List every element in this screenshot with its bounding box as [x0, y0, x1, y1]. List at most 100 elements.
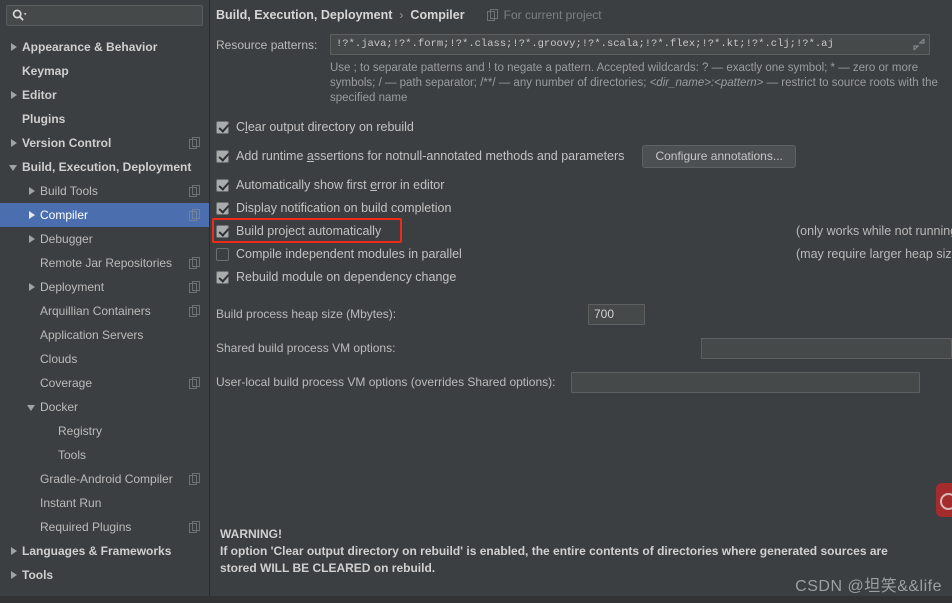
hint-text-italic: <dir_name>:<pattern> [649, 77, 764, 89]
sidebar-item-version-control[interactable]: Version Control [0, 131, 209, 155]
resource-patterns-input[interactable]: !?*.java;!?*.form;!?*.class;!?*.groovy;!… [330, 34, 930, 55]
copy-scope-icon [189, 521, 201, 533]
warning-message: WARNING! If option 'Clear output directo… [220, 526, 920, 577]
sidebar-item-appearance-behavior[interactable]: Appearance & Behavior [0, 35, 209, 59]
sidebar-item-label: Languages & Frameworks [22, 544, 172, 558]
input-build-process-heap-size[interactable]: 700 [588, 303, 645, 325]
sidebar-item-required-plugins[interactable]: Required Plugins [0, 515, 209, 539]
breadcrumb-parent[interactable]: Build, Execution, Deployment [216, 8, 392, 22]
note-build-project-automatically: (only works while not running / debuggin… [796, 224, 952, 238]
note-compile-independent-modules-in-parallel: (may require larger heap size) [796, 247, 952, 261]
build-process-fields: Build process heap size (Mbytes): 700 Shar… [210, 289, 952, 393]
sidebar-item-label: Debugger [40, 232, 93, 246]
sidebar-item-plugins[interactable]: Plugins [0, 107, 209, 131]
settings-sidebar: Appearance & Behavior Keymap Editor Plugins… [0, 0, 210, 603]
copy-scope-icon [189, 281, 201, 293]
sidebar-item-gradle-android-compiler[interactable]: Gradle-Android Compiler [0, 467, 209, 491]
sidebar-item-clouds[interactable]: Clouds [0, 347, 209, 371]
search-input[interactable] [27, 6, 197, 25]
chevron-right-icon[interactable] [6, 39, 22, 55]
checkbox-build-project-automatically[interactable] [216, 224, 229, 238]
search-box[interactable] [6, 5, 203, 26]
sidebar-item-tools[interactable]: Tools [0, 443, 209, 467]
checkbox-automatically-show-first-error[interactable] [216, 178, 229, 192]
chevron-right-icon[interactable] [24, 231, 40, 247]
sidebar-item-label: Version Control [22, 136, 112, 150]
sidebar-item-languages-frameworks[interactable]: Languages & Frameworks [0, 539, 209, 563]
sidebar-item-label: Editor [22, 88, 57, 102]
notification-tab-icon[interactable] [936, 483, 952, 517]
label-add-runtime-assertions[interactable]: Add runtime assertions for notnull-annot… [236, 149, 624, 163]
checkbox-display-notification-on-build-completion[interactable] [216, 201, 229, 215]
label-clear-output-directory-on-rebuild[interactable]: Clear output directory on rebuild [236, 120, 414, 134]
checkbox-rebuild-module-on-dependency-change[interactable] [216, 270, 229, 284]
checkbox-clear-output-directory-on-rebuild[interactable] [216, 120, 229, 134]
sidebar-item-label: Compiler [40, 208, 89, 222]
label-text: Add runtime [236, 149, 307, 163]
checkbox-add-runtime-assertions[interactable] [216, 149, 229, 163]
chevron-right-icon[interactable] [6, 135, 22, 151]
sidebar-item-remote-jar-repositories[interactable]: Remote Jar Repositories [0, 251, 209, 275]
resource-patterns-row: Resource patterns: !?*.java;!?*.form;!?*… [210, 26, 952, 55]
sidebar-item-compiler[interactable]: Compiler [0, 203, 209, 227]
chevron-right-icon[interactable] [6, 87, 22, 103]
chevron-right-icon[interactable] [24, 183, 40, 199]
sidebar-item-deployment[interactable]: Deployment [0, 275, 209, 299]
chevron-right-icon[interactable] [24, 279, 40, 295]
chevron-right-icon[interactable] [6, 543, 22, 559]
label-text: Compile independent modules in parallel [236, 247, 462, 261]
chevron-right-icon[interactable] [6, 567, 22, 583]
compiler-options-list: Clear output directory on rebuild Add run… [210, 106, 952, 288]
label-mnemonic: a [306, 149, 314, 163]
sidebar-search-area [0, 0, 209, 32]
watermark: CSDN @坦笑&&life [795, 578, 942, 595]
sidebar-item-label: Gradle-Android Compiler [40, 472, 173, 486]
warning-line1: If option 'Clear output directory on reb… [220, 544, 888, 558]
label-rebuild-module-on-dependency-change[interactable]: Rebuild module on dependency change [236, 270, 456, 284]
sidebar-item-application-servers[interactable]: Application Servers [0, 323, 209, 347]
label-display-notification-on-build-completion[interactable]: Display notification on build completion [236, 201, 451, 215]
label-build-project-automatically[interactable]: Build project automatically [236, 224, 381, 238]
settings-tree[interactable]: Appearance & Behavior Keymap Editor Plugins… [0, 32, 209, 587]
sidebar-item-label: Appearance & Behavior [22, 40, 158, 54]
label-mnemonic: e [370, 178, 378, 192]
sidebar-item-tools[interactable]: Tools [0, 563, 209, 587]
label-shared-build-process-vm-options: Shared build process VM options: [216, 341, 396, 355]
sidebar-item-label: Tools [58, 448, 87, 462]
label-compile-independent-modules-in-parallel[interactable]: Compile independent modules in parallel [236, 247, 462, 261]
sidebar-item-keymap[interactable]: Keymap [0, 59, 209, 83]
configure-annotations-button[interactable]: Configure annotations... [642, 144, 796, 168]
chevron-right-icon[interactable] [24, 207, 40, 223]
breadcrumb-separator-icon: › [399, 8, 404, 22]
label-automatically-show-first-error[interactable]: Automatically show first error in editor [236, 178, 444, 192]
copy-scope-icon [189, 377, 201, 389]
sidebar-item-arquillian-containers[interactable]: Arquillian Containers [0, 299, 209, 323]
option-row-automatically-show-first-error: Automatically show first error in editor [216, 174, 952, 196]
breadcrumb-current: Compiler [410, 8, 465, 22]
sidebar-item-docker[interactable]: Docker [0, 395, 209, 419]
sidebar-item-registry[interactable]: Registry [0, 419, 209, 443]
search-icon [12, 9, 27, 22]
field-row-shared-build-process-vm-options: Shared build process VM options: [216, 337, 952, 359]
scope-label: For current project [503, 8, 602, 22]
sidebar-item-debugger[interactable]: Debugger [0, 227, 209, 251]
sidebar-item-editor[interactable]: Editor [0, 83, 209, 107]
sidebar-item-label: Deployment [40, 280, 105, 294]
sidebar-item-coverage[interactable]: Coverage [0, 371, 209, 395]
label-text: Rebuild module on dependency change [236, 270, 457, 284]
input-user-local-build-process-vm-options[interactable] [571, 371, 920, 393]
sidebar-item-build-execution-deployment[interactable]: Build, Execution, Deployment [0, 155, 209, 179]
chevron-down-icon[interactable] [6, 159, 22, 175]
chevron-down-icon[interactable] [24, 399, 40, 415]
sidebar-item-instant-run[interactable]: Instant Run [0, 491, 209, 515]
input-shared-build-process-vm-options[interactable] [700, 337, 952, 359]
checkbox-compile-independent-modules-in-parallel[interactable] [216, 247, 229, 261]
resource-patterns-value: !?*.java;!?*.form;!?*.class;!?*.groovy;!… [336, 38, 834, 50]
sidebar-item-build-tools[interactable]: Build Tools [0, 179, 209, 203]
label-text: Build project automatically [236, 224, 382, 238]
expand-field-icon[interactable] [913, 38, 925, 51]
